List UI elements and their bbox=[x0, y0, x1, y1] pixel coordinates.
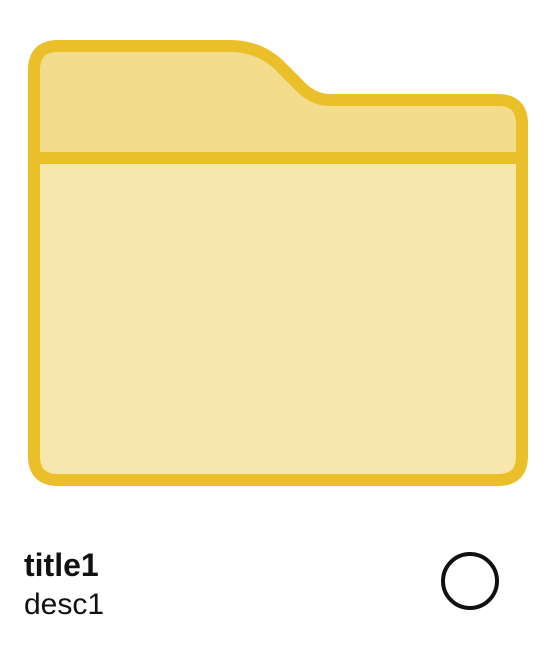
folder-body bbox=[34, 158, 522, 480]
item-title: title1 bbox=[24, 547, 99, 583]
folder-item-card[interactable]: title1 desc1 bbox=[0, 0, 558, 645]
folder-icon bbox=[28, 40, 528, 486]
item-description: desc1 bbox=[24, 588, 105, 621]
radio-circle-icon[interactable] bbox=[441, 552, 499, 610]
